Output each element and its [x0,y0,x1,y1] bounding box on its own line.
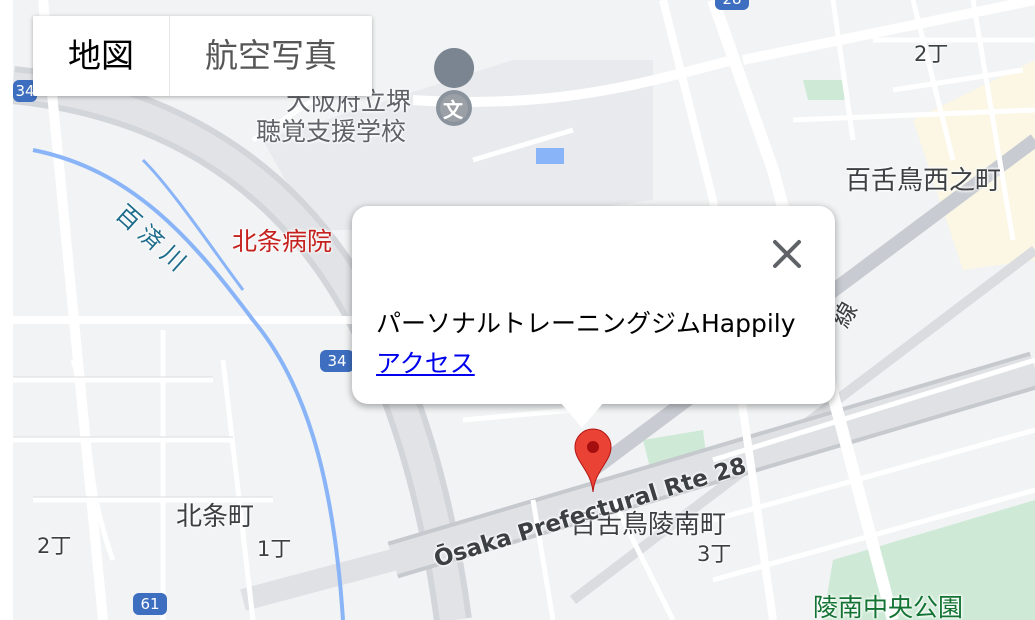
access-link[interactable]: アクセス [376,344,475,380]
info-window: パーソナルトレーニングジムHappily アクセス [352,206,835,428]
chome-3-label: 3丁 [697,542,732,566]
district-hojo-label: 北条町 [176,502,255,532]
chome-1-label: 1丁 [257,537,292,561]
place-name: パーソナルトレーニングジムHappily [376,309,796,338]
map-type-control: 地図 航空写真 [33,16,372,96]
chome-2-top-label: 2丁 [914,42,949,66]
school-glyph: 文 [443,98,463,122]
chome-2-left-label: 2丁 [37,534,72,558]
map-canvas[interactable]: 文 地図 航空写真 大阪府立堺 聴覚支援学校 北条病院 百済川 百舌鳥西之町 2… [13,0,1035,620]
hospital-label: 北条病院 [232,227,333,256]
map-type-map-button[interactable]: 地図 [33,16,170,96]
info-window-tail [560,402,604,428]
district-mozu-nishinocho-label: 百舌鳥西之町 [845,166,1002,196]
route-shield-34-mid: 34 [320,350,354,372]
map-type-satellite-button[interactable]: 航空写真 [170,16,372,96]
school-label-line2: 聴覚支援学校 [256,117,407,146]
route-shield-61: 61 [133,593,167,615]
route-shield-top-partial: 28 [715,0,749,10]
park-label: 陵南中央公園 [813,593,964,620]
close-icon [773,240,801,268]
close-button[interactable] [765,232,809,276]
